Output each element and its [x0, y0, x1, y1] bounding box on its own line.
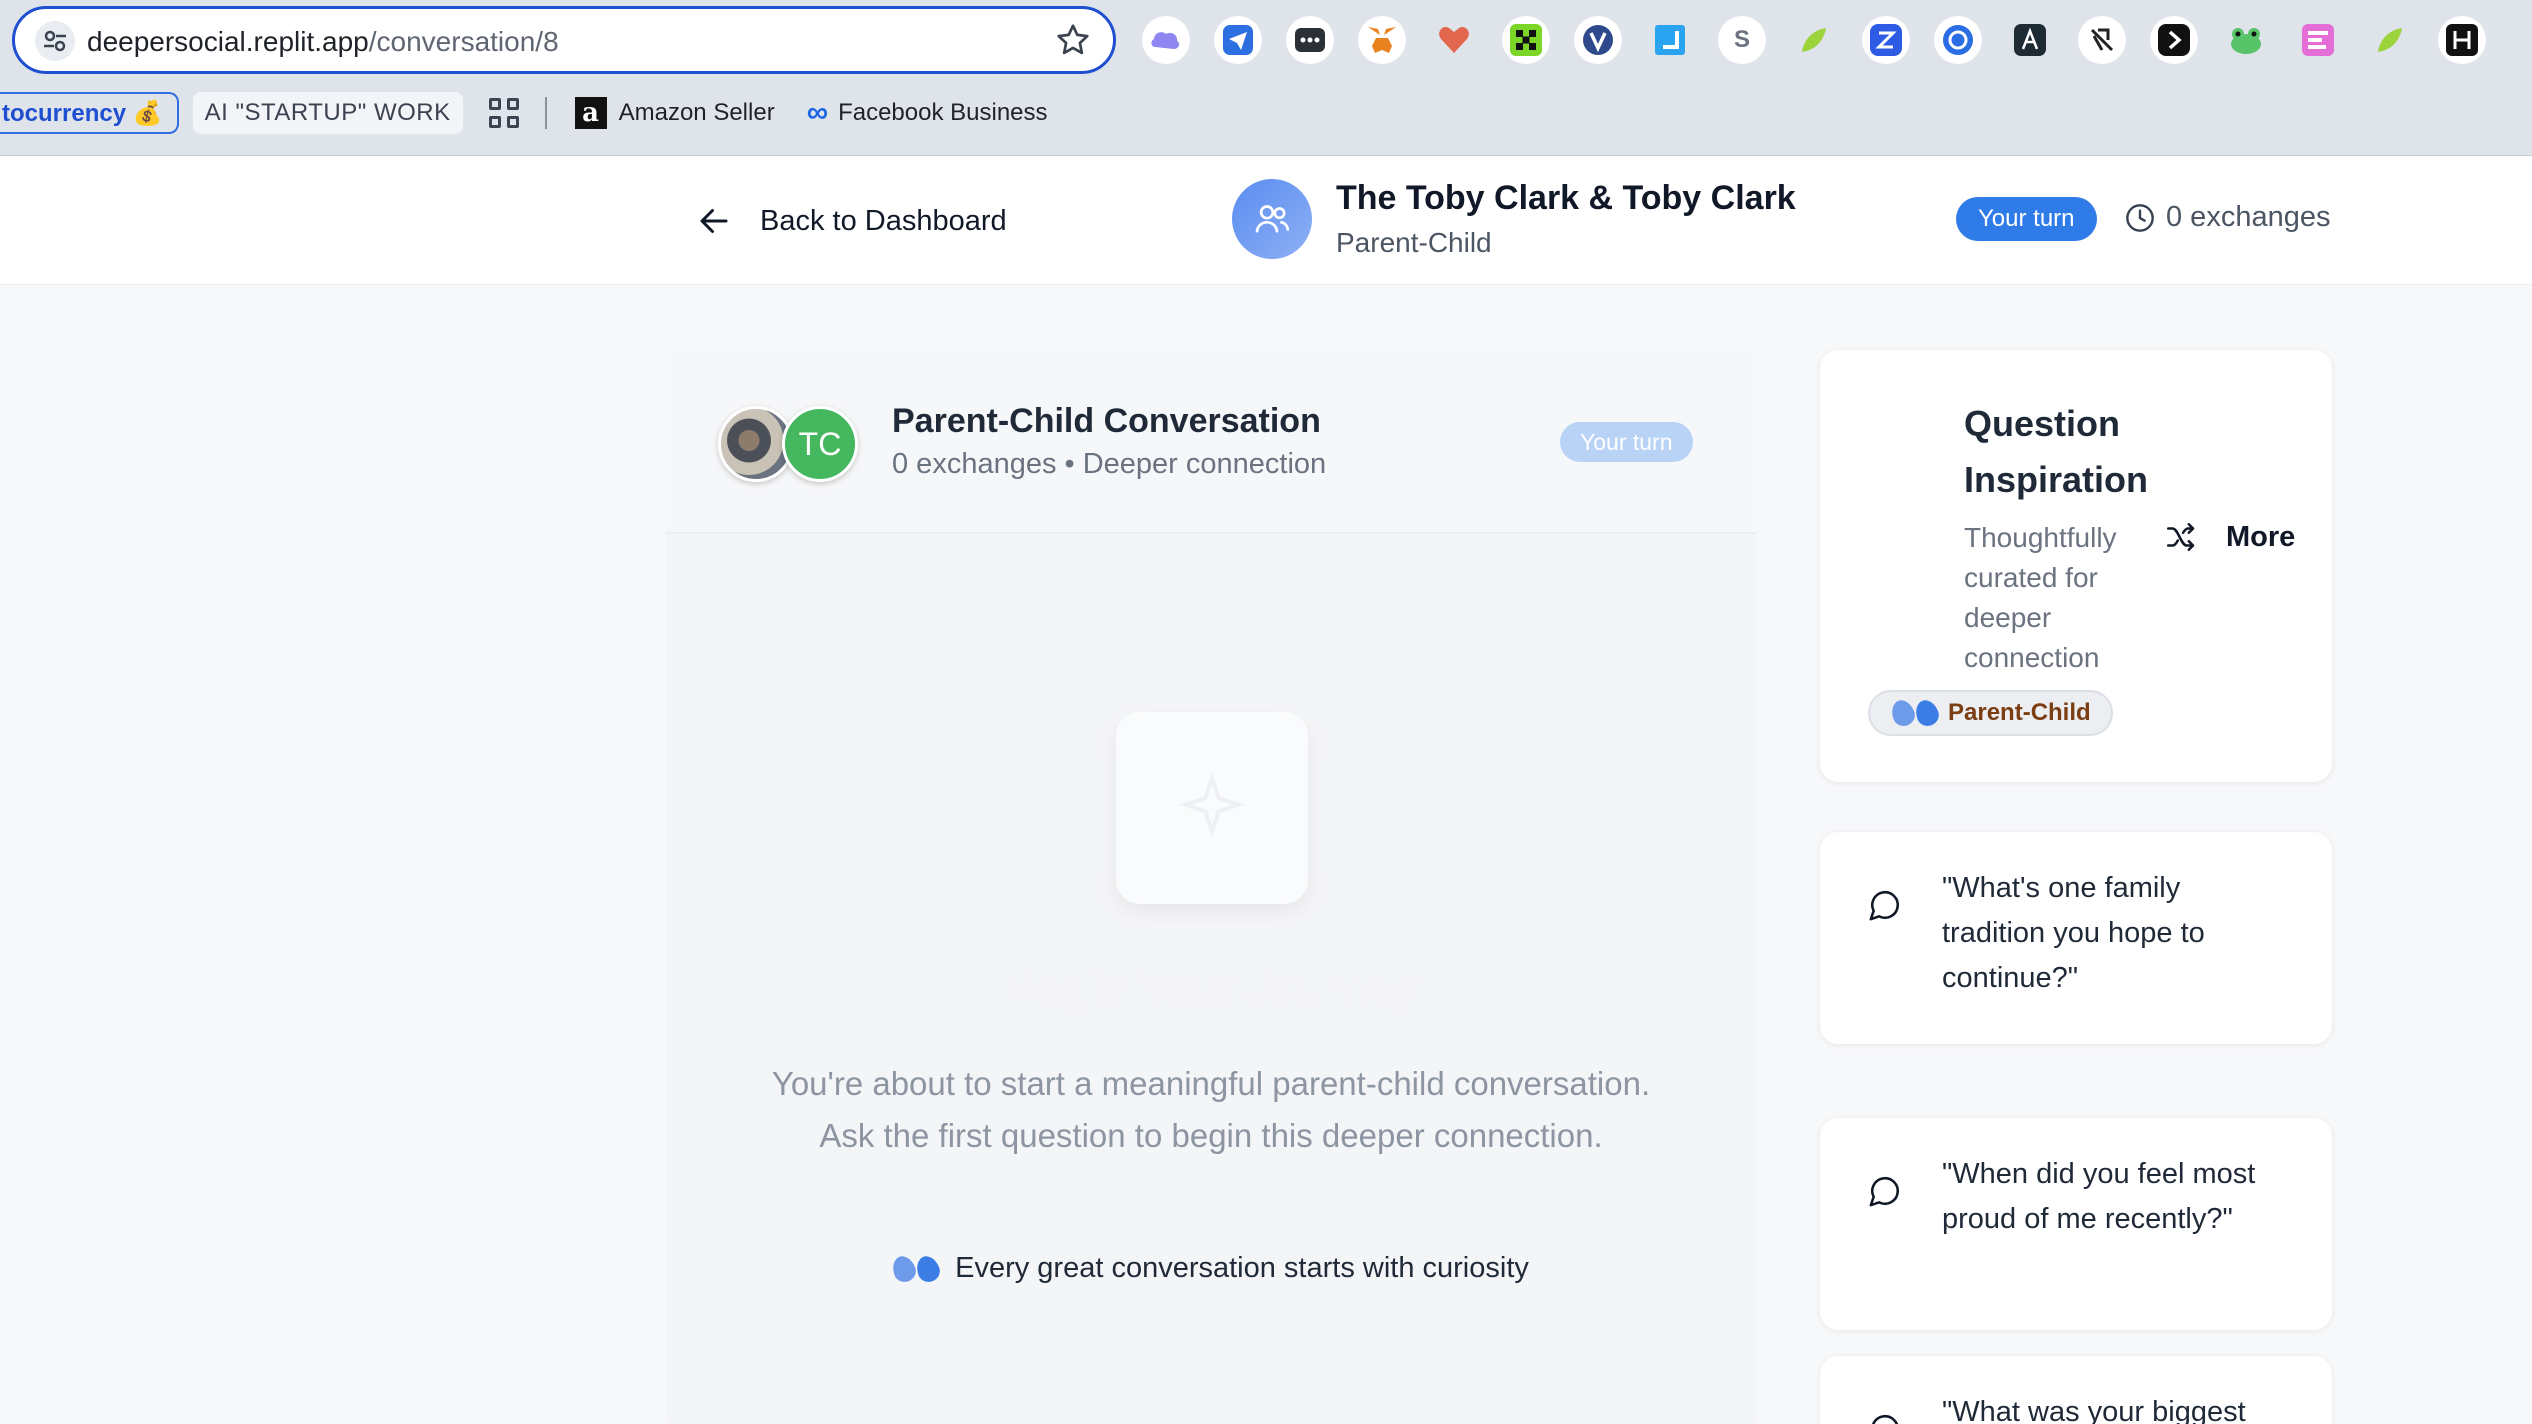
- category-tag: Parent-Child: [1868, 690, 2113, 736]
- conversation-header: TC Parent-Child Conversation 0 exchanges…: [666, 350, 1756, 534]
- cloud-extension-icon[interactable]: [1142, 16, 1190, 64]
- bookmarks-bar: tocurrency 💰 AI "STARTUP" WORK a Amazon …: [0, 90, 1048, 136]
- s-extension-icon[interactable]: S: [1718, 16, 1766, 64]
- send-extension-icon[interactable]: [1214, 16, 1262, 64]
- extensions-bar: S: [1142, 16, 2486, 64]
- shield-extension-icon[interactable]: [1934, 16, 1982, 64]
- columns-extension-icon[interactable]: [2294, 16, 2342, 64]
- more-label: More: [2226, 520, 2296, 553]
- url-text[interactable]: deepersocial.replit.app/conversation/8: [87, 26, 559, 58]
- empty-state-text: You're about to start a meaningful paren…: [771, 1065, 1651, 1154]
- users-avatar: [1232, 179, 1312, 259]
- bookmark-crypto[interactable]: tocurrency 💰: [0, 92, 179, 134]
- arrow-left-icon: [700, 209, 728, 233]
- tc-avatar: TC: [782, 406, 858, 482]
- inspiration-title: Question Inspiration: [1964, 403, 2149, 500]
- page-subtitle: Parent-Child: [1336, 227, 1492, 258]
- shuffle-icon: [2166, 522, 2195, 552]
- url-host: deepersocial.replit.app: [87, 26, 369, 57]
- bird-extension-icon[interactable]: [2078, 16, 2126, 64]
- message-circle-icon: [1869, 1176, 1900, 1207]
- curiosity-text: Every great conversation starts with cur…: [955, 1252, 1529, 1284]
- bracket-extension-icon[interactable]: [2438, 16, 2486, 64]
- question-card[interactable]: "What's one family tradition you hope to…: [1820, 832, 2332, 1044]
- conversation-meta: 0 exchanges • Deeper connection: [892, 448, 1327, 480]
- quote-drops-icon: [889, 1252, 943, 1285]
- clock-icon: [2126, 203, 2154, 232]
- page-title: The Toby Clark & Toby Clark: [1336, 179, 1796, 217]
- question-text: "What was your biggest: [1942, 1396, 2246, 1424]
- browser-chrome: deepersocial.replit.app/conversation/8 S…: [0, 0, 2532, 156]
- blue-square-extension-icon[interactable]: [1646, 16, 1694, 64]
- z-extension-icon[interactable]: [1862, 16, 1910, 64]
- question-text: "When did you feel most proud of me rece…: [1942, 1158, 2256, 1235]
- users-icon: [1255, 205, 1290, 233]
- category-tag-label: Parent-Child: [1948, 699, 2091, 726]
- apps-grid-icon[interactable]: [488, 98, 519, 128]
- question-card[interactable]: "When did you feel most proud of me rece…: [1820, 1118, 2332, 1330]
- bookmark-facebook-label: Facebook Business: [838, 99, 1048, 126]
- inspiration-subtitle: Thoughtfully curated for deeper connecti…: [1964, 522, 2117, 673]
- bookmark-separator: [544, 97, 547, 129]
- site-settings-icon[interactable]: [35, 21, 75, 61]
- url-path: /conversation/8: [368, 26, 559, 57]
- quote-drops-icon: [1888, 697, 1942, 729]
- metamask-extension-icon[interactable]: [1358, 16, 1406, 64]
- password-extension-icon[interactable]: [1286, 16, 1334, 64]
- heart-extension-icon[interactable]: [1430, 16, 1478, 64]
- address-bar[interactable]: deepersocial.replit.app/conversation/8: [12, 6, 1116, 74]
- meta-icon: ∞: [806, 96, 829, 129]
- exchanges-label: 0 exchanges: [2166, 201, 2331, 233]
- bookmark-star-icon[interactable]: [1055, 22, 1091, 58]
- question-text: "What's one family tradition you hope to…: [1942, 872, 2205, 994]
- v-extension-icon[interactable]: [1574, 16, 1622, 64]
- back-label: Back to Dashboard: [760, 204, 1007, 237]
- bookmark-amazon-seller[interactable]: a Amazon Seller: [574, 92, 775, 134]
- conversation-title: Parent-Child Conversation: [892, 402, 1321, 440]
- exchanges-count: 0 exchanges: [2124, 201, 2330, 234]
- message-circle-icon: [1871, 1414, 1899, 1424]
- more-questions-button[interactable]: More: [2164, 520, 2295, 554]
- question-card[interactable]: "What was your biggest: [1820, 1356, 2332, 1424]
- bookmark-amazon-label: Amazon Seller: [618, 99, 775, 126]
- grid-extension-icon[interactable]: [1502, 16, 1550, 64]
- frog-extension-icon[interactable]: [2222, 16, 2270, 64]
- app-header: Back to Dashboard The Toby Clark & Toby …: [0, 157, 2532, 285]
- empty-state-title: Begin Your Journey: [1003, 964, 1418, 1013]
- back-to-dashboard-button[interactable]: Back to Dashboard: [696, 203, 1007, 239]
- sparkle-icon: [1116, 712, 1308, 904]
- amazon-icon: a: [574, 97, 607, 129]
- conversation-turn-badge: Your turn: [1560, 422, 1693, 462]
- arrow-extension-icon[interactable]: [2150, 16, 2198, 64]
- leaf-extension-icon[interactable]: [1790, 16, 1838, 64]
- leaf2-extension-icon[interactable]: [2366, 16, 2414, 64]
- bookmark-facebook-business[interactable]: ∞ Facebook Business: [807, 92, 1048, 134]
- message-circle-icon: [1869, 890, 1900, 921]
- a-extension-icon[interactable]: [2006, 16, 2054, 64]
- question-inspiration-card: Question Inspiration Thoughtfully curate…: [1820, 350, 2332, 782]
- curiosity-note: Every great conversation starts with cur…: [666, 1252, 1756, 1285]
- bookmark-startup-work[interactable]: AI "STARTUP" WORK: [192, 92, 463, 134]
- conversation-panel: TC Parent-Child Conversation 0 exchanges…: [666, 350, 1756, 1424]
- turn-status-badge: Your turn: [1956, 197, 2097, 241]
